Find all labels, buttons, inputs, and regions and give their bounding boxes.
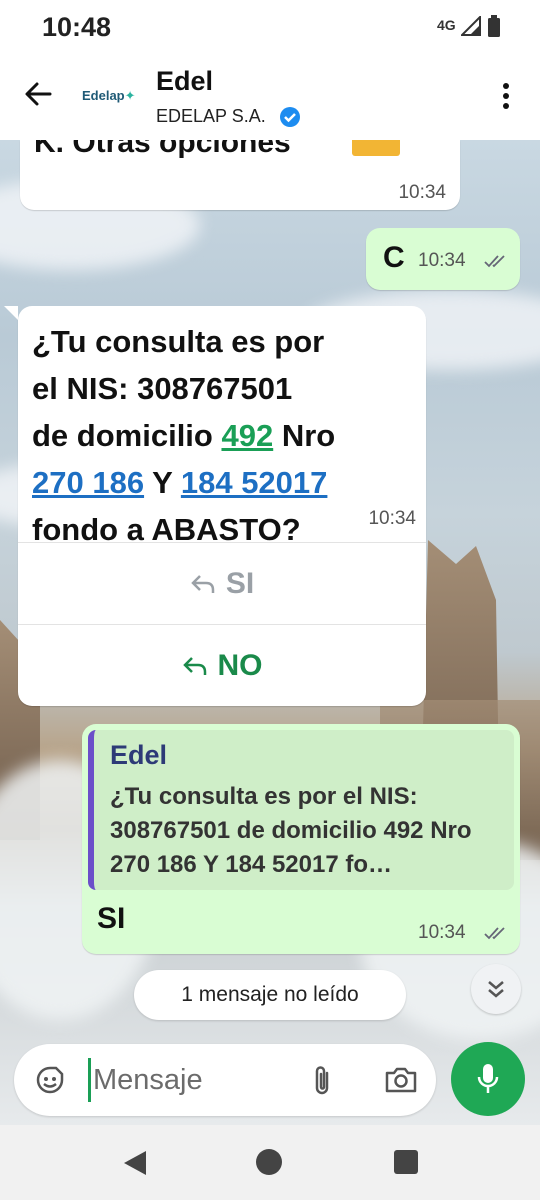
- back-arrow-icon[interactable]: [20, 76, 56, 112]
- contact-avatar-logo[interactable]: Edelap✦: [82, 88, 136, 104]
- message-text: C: [383, 241, 405, 274]
- attach-paperclip-icon[interactable]: [310, 1064, 334, 1098]
- battery-icon: [488, 15, 500, 37]
- signal-icon: [461, 16, 481, 36]
- number-link[interactable]: 492: [221, 418, 273, 453]
- message-composer: [14, 1044, 436, 1116]
- reply-no-button[interactable]: NO: [18, 624, 426, 706]
- message-line: el NIS: 308767501: [32, 371, 293, 406]
- message-text: SI: [97, 902, 126, 935]
- quoted-text: ¿Tu consulta es por el NIS: 308767501 de…: [110, 783, 472, 878]
- status-time: 10:48: [42, 12, 112, 42]
- camera-icon[interactable]: [384, 1066, 418, 1094]
- verified-badge-icon: [280, 107, 300, 127]
- button-label: SI: [225, 566, 255, 600]
- message-line: Y: [144, 465, 181, 500]
- button-label: NO: [217, 648, 263, 682]
- sticker-emoji-icon[interactable]: [34, 1064, 66, 1096]
- message-time: 10:34: [418, 250, 466, 271]
- scroll-to-bottom-button[interactable]: [471, 964, 521, 1014]
- quoted-sender: Edel: [110, 740, 168, 770]
- message-text: K. Otras opciones: [34, 140, 291, 159]
- nav-recent-apps-icon[interactable]: [394, 1150, 418, 1174]
- message-line: ¿Tu consulta es por: [32, 324, 325, 359]
- reply-si-button[interactable]: SI: [18, 542, 426, 624]
- incoming-message[interactable]: K. Otras opciones 10:34: [20, 140, 460, 210]
- logo-text: Edelap: [82, 88, 125, 103]
- reply-arrow-icon: [191, 574, 215, 593]
- message-line: de domicilio: [32, 418, 222, 453]
- outgoing-reply-message[interactable]: Edel ¿Tu consulta es por el NIS: 3087675…: [82, 724, 520, 954]
- chat-title[interactable]: Edel: [156, 66, 213, 97]
- message-line: Nro: [273, 418, 336, 453]
- system-navigation-bar: [0, 1125, 540, 1200]
- microphone-button[interactable]: [451, 1042, 525, 1116]
- chat-area[interactable]: K. Otras opciones 10:34 C 10:34 ¿Tu cons…: [0, 140, 540, 1125]
- message-time: 10:34: [368, 508, 416, 529]
- nav-back-icon[interactable]: [122, 1149, 148, 1177]
- message-input[interactable]: [88, 1058, 288, 1102]
- nav-home-icon[interactable]: [256, 1149, 282, 1175]
- message-time: 10:34: [418, 922, 466, 943]
- outgoing-message[interactable]: C 10:34: [366, 228, 520, 290]
- message-time: 10:34: [398, 182, 446, 203]
- chat-subtitle: EDELAP S.A.: [156, 106, 266, 126]
- message-text: ¿Tu consulta es por el NIS: 308767501 de…: [32, 318, 412, 553]
- reply-arrow-icon: [182, 656, 206, 675]
- network-type: 4G: [437, 17, 456, 33]
- incoming-message-with-buttons[interactable]: ¿Tu consulta es por el NIS: 308767501 de…: [18, 306, 426, 706]
- phone-link[interactable]: 184 52017: [181, 465, 328, 500]
- double-check-icon: [484, 927, 505, 940]
- double-chevron-down-icon: [488, 981, 504, 998]
- bubble-tail: [4, 306, 18, 320]
- status-bar: 10:48 4G: [0, 0, 540, 52]
- chat-header: Edelap✦ Edel EDELAP S.A.: [0, 52, 540, 140]
- more-options-icon[interactable]: [494, 78, 518, 114]
- double-check-icon: [484, 255, 505, 268]
- phone-link[interactable]: 270 186: [32, 465, 144, 500]
- folder-emoji-icon: [352, 140, 400, 156]
- quoted-message[interactable]: Edel ¿Tu consulta es por el NIS: 3087675…: [88, 730, 514, 890]
- microphone-icon: [477, 1064, 499, 1093]
- unread-messages-pill: 1 mensaje no leído: [134, 970, 406, 1020]
